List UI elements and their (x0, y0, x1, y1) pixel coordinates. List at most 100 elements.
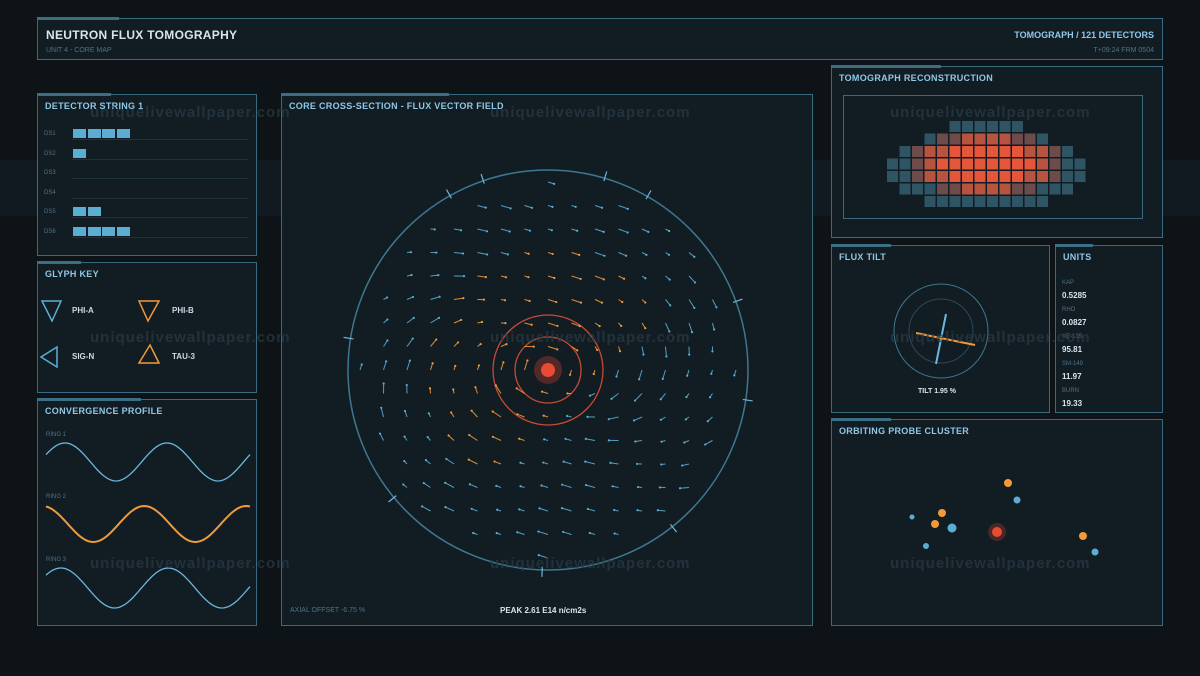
triangle-down-icon (137, 300, 161, 323)
flux-vector-head (484, 276, 487, 279)
flux-vector (477, 228, 488, 232)
flux-vector-head (584, 437, 587, 440)
flux-vector-head (460, 318, 463, 322)
flux-vector (662, 369, 666, 379)
flux-vector-head (456, 341, 460, 344)
flux-vector-head (579, 301, 583, 304)
axial-offset: AXIAL OFFSET -6.75 % (290, 607, 366, 614)
unit-value: 19.33 (1062, 399, 1083, 408)
unit-label: KAP (1062, 280, 1075, 286)
flux-vector-head (433, 228, 436, 231)
flux-vector-head (710, 372, 713, 375)
tomograph-cell (1062, 158, 1073, 170)
detector-row-label: DS3 (44, 170, 56, 176)
tomograph-cell (987, 183, 998, 195)
tomograph-cell (999, 158, 1011, 170)
flux-vector-head (491, 410, 494, 413)
flux-vector-head (540, 390, 544, 393)
flux-vector-head (586, 415, 589, 418)
flux-vector-head (632, 419, 636, 422)
flux-vector-head (435, 251, 438, 254)
tomograph-cell (949, 121, 961, 132)
flux-vector-head (607, 439, 610, 442)
flux-vector (445, 506, 455, 512)
watermark: uniquelivewallpaper.com (490, 104, 691, 121)
tomograph-cell (949, 171, 961, 182)
flux-vector-head (600, 206, 604, 209)
flux-vector-head (592, 372, 595, 376)
flux-vector (688, 299, 695, 309)
flux-vector-head (528, 229, 532, 232)
flux-vector-head (543, 438, 546, 441)
tomograph-cell (949, 146, 961, 157)
flux-vector-head (437, 274, 440, 277)
tomograph-cell (1037, 196, 1048, 207)
flux-vector (547, 322, 558, 327)
tomograph-cell (962, 133, 973, 145)
detector-cell (87, 226, 101, 236)
probe-node (1004, 479, 1012, 487)
tomograph-cell (1037, 146, 1048, 157)
tomograph-cell (987, 146, 998, 157)
probe-plot (909, 479, 1099, 556)
flux-vector-head (422, 481, 425, 485)
flux-vector-head (555, 300, 558, 304)
boundary-tick (480, 173, 485, 184)
flux-vector-head (518, 437, 521, 440)
flux-vector (571, 299, 582, 304)
triangle-down-icon (40, 300, 63, 323)
tomograph-cell (999, 146, 1011, 157)
app-title: NEUTRON FLUX TOMOGRAPHY (46, 28, 238, 42)
flux-vector (406, 360, 411, 371)
flux-vector-head (636, 509, 639, 512)
flux-vector-head (427, 412, 430, 415)
flux-vector (611, 393, 619, 400)
tomograph-cell (899, 171, 911, 182)
tomograph-cell (899, 146, 911, 157)
flux-vector-head (576, 229, 579, 232)
header-bar: NEUTRON FLUX TOMOGRAPHY UNIT 4 - CORE MA… (37, 17, 1163, 60)
tomograph-cell (974, 146, 986, 157)
flux-vector-head (472, 531, 475, 535)
tomograph-cell (1049, 183, 1061, 195)
flux-vector-head (708, 396, 712, 399)
detector-cell (102, 129, 115, 138)
flux-vector-head (620, 324, 623, 328)
flux-vector (704, 440, 713, 445)
flux-vector-head (556, 324, 559, 328)
flux-vector (468, 459, 478, 465)
tomograph-cell (987, 121, 998, 132)
tomograph-cell (1012, 158, 1023, 170)
tomograph-cell (999, 196, 1011, 207)
detector-cell (73, 207, 86, 216)
flux-vector-head (644, 301, 647, 304)
flux-vector-head (634, 440, 637, 443)
flux-vector (379, 433, 384, 441)
triangle-up-icon (137, 343, 161, 364)
flux-vector (680, 487, 690, 489)
flux-vector-head (656, 509, 659, 512)
flux-vector-head (681, 464, 684, 467)
flux-vector-head (435, 338, 438, 341)
flux-vector-head (578, 325, 581, 328)
flux-vector-head (426, 435, 429, 439)
tomograph-cell (937, 158, 948, 170)
flux-vector (524, 360, 528, 371)
tomograph-cell (1024, 158, 1036, 170)
flux-vector-head (385, 360, 388, 363)
peak-readout: PEAK 2.61 E14 n/cm2s (500, 606, 587, 615)
flux-vector-head (603, 254, 606, 257)
flux-vector-head (660, 463, 663, 466)
flux-vector (380, 407, 384, 418)
tomograph-cell (899, 158, 911, 170)
flux-vector (477, 205, 486, 209)
tomograph-cell (999, 121, 1011, 132)
tomograph-cell (1024, 146, 1036, 157)
flux-vector-head (411, 337, 414, 340)
tomograph-cell (962, 146, 973, 157)
probe-panel: ORBITING PROBE CLUSTER (831, 418, 1163, 626)
tomograph-cell (962, 196, 973, 207)
flux-vector-head (424, 459, 428, 462)
flux-vector-head (562, 530, 565, 534)
flux-vector-head (506, 253, 509, 256)
